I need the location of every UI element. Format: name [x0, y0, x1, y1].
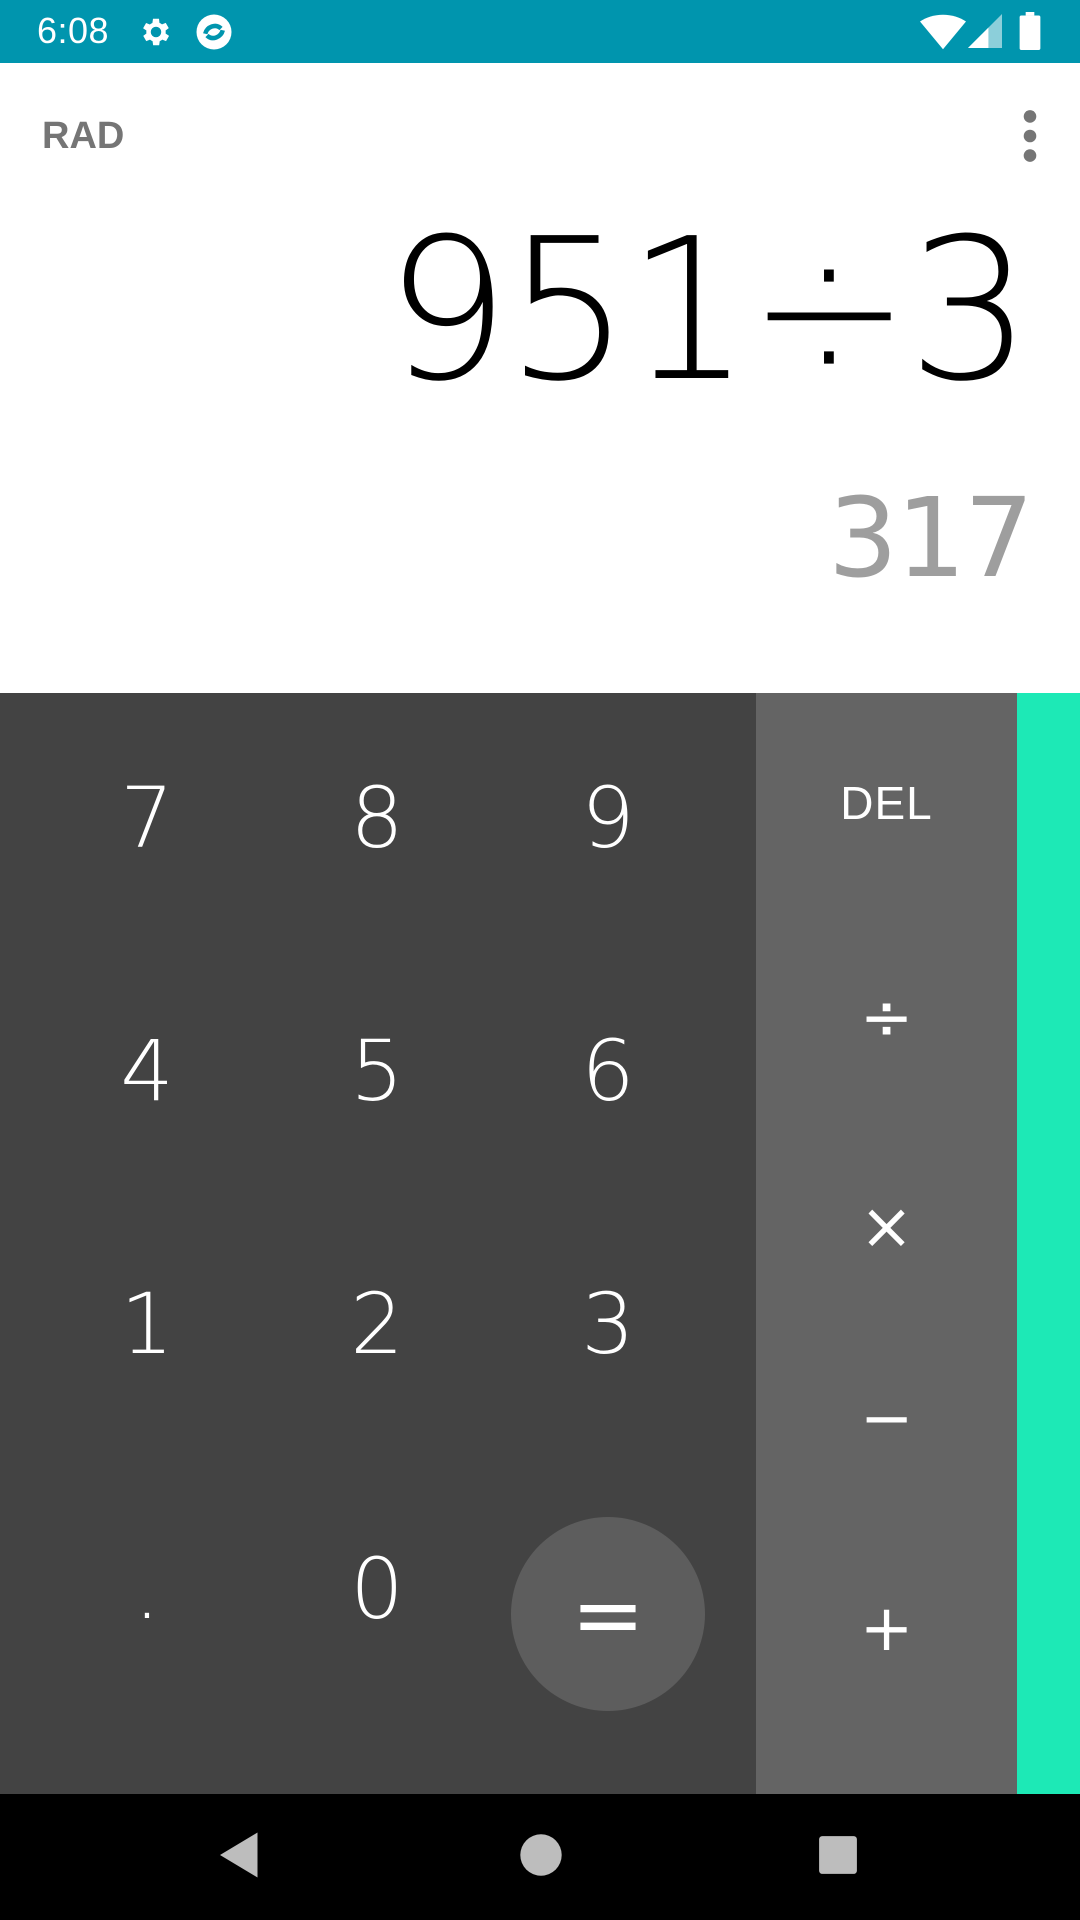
delete-button[interactable]: DEL	[756, 713, 1017, 893]
operator-panel: DEL ÷ × − +	[756, 693, 1017, 1794]
digit-0-button[interactable]: 0	[262, 1489, 492, 1689]
status-bar: 6:08	[0, 0, 1080, 63]
subtract-button[interactable]: −	[756, 1319, 1017, 1519]
home-icon[interactable]	[518, 1832, 564, 1878]
divide-button[interactable]: ÷	[756, 918, 1017, 1118]
navigation-bar	[0, 1794, 1080, 1920]
digit-1-button[interactable]: 1	[32, 1199, 262, 1449]
gear-icon	[143, 18, 170, 46]
digit-3-button[interactable]: 3	[493, 1199, 723, 1449]
digit-8-button[interactable]: 8	[262, 693, 492, 943]
battery-icon	[1019, 12, 1041, 50]
result-display[interactable]: 317	[828, 483, 1034, 593]
decimal-point-button[interactable]: .	[32, 1489, 262, 1689]
digit-4-button[interactable]: 4	[32, 946, 262, 1196]
equals-button[interactable]: =	[511, 1517, 705, 1711]
status-time: 6:08	[37, 10, 110, 51]
multiply-button[interactable]: ×	[756, 1127, 1017, 1327]
calculator-display: RAD 951÷3 317	[0, 63, 1080, 693]
formula-display[interactable]: 951÷3	[385, 213, 1032, 409]
advanced-panel-handle[interactable]	[1017, 693, 1080, 1794]
app-notification-icon	[196, 14, 232, 50]
recents-icon[interactable]	[817, 1834, 859, 1876]
angle-mode-toggle[interactable]: RAD	[42, 115, 124, 158]
add-button[interactable]: +	[756, 1529, 1017, 1729]
wifi-icon	[920, 14, 966, 50]
cell-signal-icon	[968, 14, 1002, 48]
numeric-keypad: 7 8 9 4 5 6 1 2 3 . 0 =	[0, 693, 756, 1794]
digit-2-button[interactable]: 2	[262, 1199, 492, 1449]
more-options-icon[interactable]	[1010, 108, 1050, 164]
back-icon[interactable]	[215, 1830, 265, 1880]
digit-9-button[interactable]: 9	[493, 693, 723, 943]
digit-5-button[interactable]: 5	[262, 946, 492, 1196]
digit-6-button[interactable]: 6	[493, 946, 723, 1196]
digit-7-button[interactable]: 7	[32, 693, 262, 943]
